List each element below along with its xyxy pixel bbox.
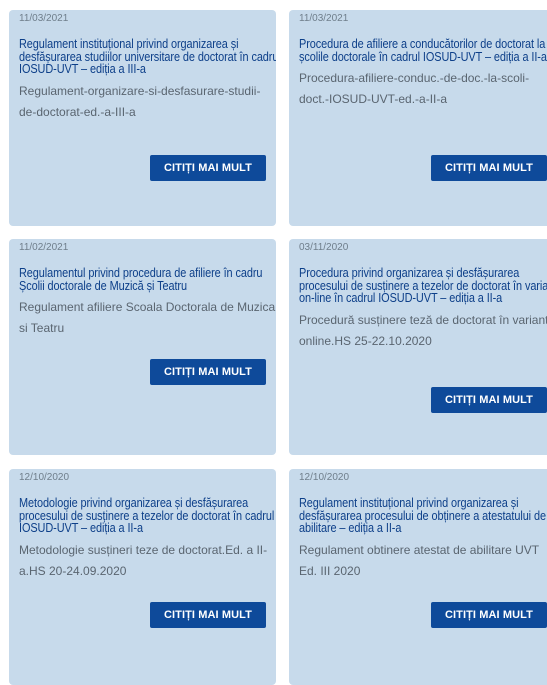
card-description: Procedură susținere teză de doctorat în … <box>299 312 547 348</box>
read-more-button[interactable]: CITIȚI MAI MULT <box>430 155 547 181</box>
news-card: 03/11/2020 Procedura privind organizarea… <box>289 239 547 455</box>
card-title[interactable]: Metodologie privind organizarea și desfă… <box>19 496 276 535</box>
card-title[interactable]: Regulament instituțional privind organiz… <box>299 496 547 535</box>
read-more-button[interactable]: CITIȚI MAI MULT <box>430 387 547 413</box>
news-card: 12/10/2020 Regulament instituțional priv… <box>289 469 547 685</box>
read-more-button[interactable]: CITIȚI MAI MULT <box>430 602 547 628</box>
read-more-button[interactable]: CITIȚI MAI MULT <box>149 359 266 385</box>
card-title[interactable]: Procedura de afiliere a conducătorilor d… <box>299 37 547 63</box>
card-title[interactable]: Procedura privind organizarea și desfășu… <box>299 266 547 305</box>
card-description: Procedura-afiliere-conduc.-de-doc.-la-sc… <box>299 71 530 106</box>
card-description: Regulament obtinere atestat de abilitare… <box>299 542 539 578</box>
read-more-button[interactable]: CITIȚI MAI MULT <box>149 155 266 181</box>
card-date: 12/10/2020 <box>299 472 350 483</box>
card-date: 11/02/2021 <box>19 242 69 253</box>
news-card: 11/02/2021 Regulamentul privind procedur… <box>9 239 276 455</box>
read-more-button[interactable]: CITIȚI MAI MULT <box>149 602 266 628</box>
news-card-grid: 11/03/2021 Regulament instituțional priv… <box>0 0 547 685</box>
news-card: 12/10/2020 Metodologie privind organizar… <box>9 469 276 685</box>
news-card: 11/03/2021 Procedura de afiliere a condu… <box>289 10 547 226</box>
card-date: 11/03/2021 <box>19 13 69 24</box>
card-title[interactable]: Regulamentul privind procedura de afilie… <box>19 266 276 292</box>
card-date: 11/03/2021 <box>299 13 349 24</box>
card-description: Regulament afiliere Scoala Doctorala de … <box>19 300 276 335</box>
card-description: Metodologie susțineri teze de doctorat.E… <box>19 542 268 578</box>
card-date: 12/10/2020 <box>19 472 70 483</box>
card-date: 03/11/2020 <box>299 242 349 253</box>
card-description: Regulament-organizare-si-desfasurare-stu… <box>19 83 261 119</box>
news-card: 11/03/2021 Regulament instituțional priv… <box>9 10 276 226</box>
card-title[interactable]: Regulament instituțional privind organiz… <box>19 37 276 76</box>
